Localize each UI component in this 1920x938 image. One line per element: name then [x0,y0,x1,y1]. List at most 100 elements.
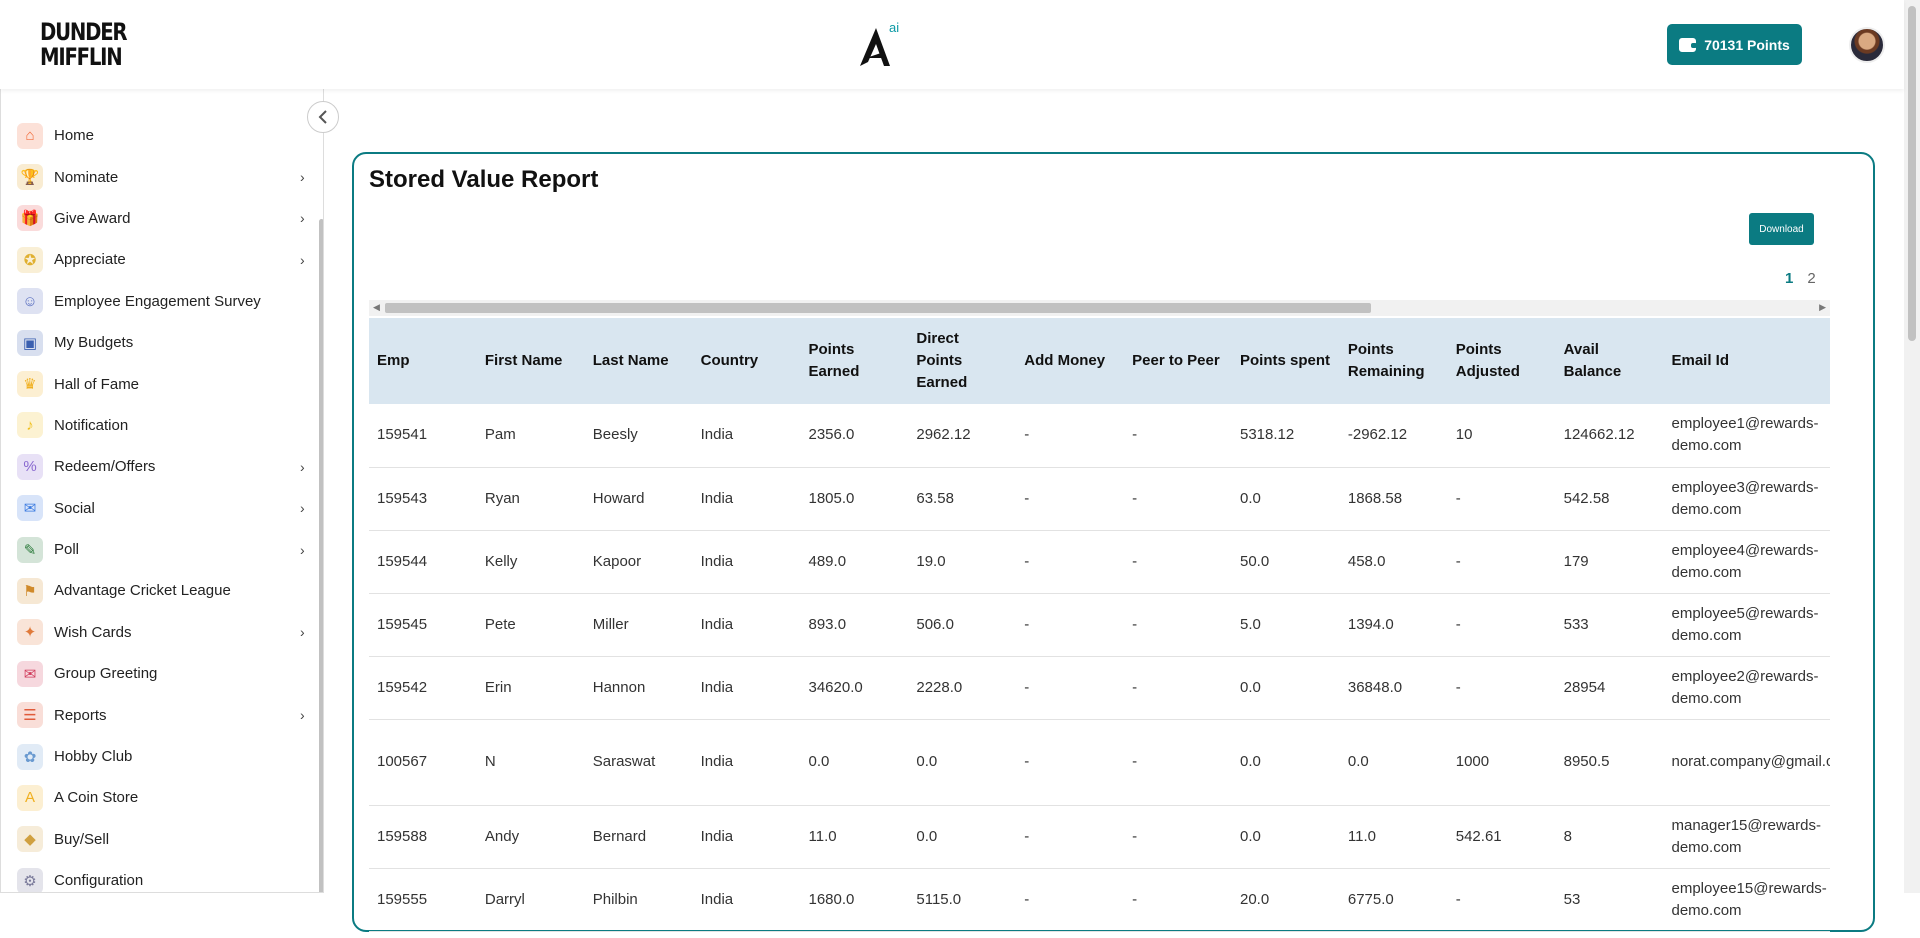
table-cell: 0.0 [1232,719,1340,806]
table-cell: - [1124,404,1232,468]
table-cell: - [1447,656,1556,720]
table-horizontal-scrollbar[interactable]: ◀ ▶ [369,300,1830,316]
survey-icon: ☺ [17,288,43,315]
sidebar-item-label: Buy/Sell [54,830,110,848]
report-table-container: Emp First Name Last Name Country Points Earn… [369,318,1830,938]
sidebar-item-hobby-club[interactable]: ✿ Hobby Club [1,736,323,777]
column-header-points-spent[interactable]: Points spent [1232,318,1340,404]
table-cell: India [692,868,801,932]
table-cell: 0.0 [1232,467,1340,531]
table-cell: Andy [476,805,585,869]
column-header-first-name[interactable]: First Name [476,318,585,404]
column-header-country[interactable]: Country [692,318,801,404]
column-header-add-money[interactable]: Add Money [1016,318,1125,404]
table-cell: Erin [476,656,585,720]
chevron-right-icon[interactable]: › [300,169,305,185]
table-row[interactable]: 159588 Andy Bernard India 11.0 0.0- -0.0 11.0 54… [369,805,1830,869]
table-cell: 159555 [369,868,477,932]
table-cell: - [1447,868,1556,932]
table-cell: 159541 [369,404,477,468]
table-row[interactable]: 159542 Erin Hannon India 34620.0 2228.0- -0.0 3… [369,656,1830,720]
sidebar-collapse-button[interactable] [307,101,339,133]
column-header-points-adjusted[interactable]: Points Adjusted [1447,318,1556,404]
sidebar-item-label: Poll [54,541,80,559]
dunder-mifflin-logo[interactable]: DUNDER MIFFLIN [40,20,128,70]
chevron-right-icon[interactable]: › [300,252,305,268]
sidebar-item-hall-of-fame[interactable]: ♛ Hall of Fame [1,363,323,404]
sidebar-item-redeem-offers[interactable]: % Redeem/Offers › [1,446,323,487]
chevron-right-icon[interactable]: › [300,500,305,516]
table-cell: 159588 [369,805,477,869]
table-row[interactable]: 159543 Ryan Howard India 1805.0 63.58- -0.0 186… [369,467,1830,531]
sidebar-item-appreciate[interactable]: ✪ Appreciate › [1,239,323,280]
table-cell: - [1016,530,1125,594]
sidebar-item-group-greeting[interactable]: ✉ Group Greeting [1,653,323,694]
sidebar-item-wish-cards[interactable]: ✦ Wish Cards › [1,612,323,653]
party-icon: ✦ [17,619,43,646]
sidebar-item-advantage-cricket-league[interactable]: ⚑ Advantage Cricket League [1,570,323,611]
column-header-points-earned[interactable]: Points Earned [800,318,909,404]
sidebar-item-label: Employee Engagement Survey [54,292,261,310]
download-button[interactable]: Download [1749,213,1814,245]
points-balance-button[interactable]: 70131 Points [1667,24,1802,65]
table-cell: Pete [476,593,585,657]
table-cell: 489.0 [800,530,909,594]
sidebar-item-label: Configuration [54,872,144,890]
table-cell: - [1124,593,1232,657]
table-row[interactable]: 159544 Kelly Kapoor India 489.0 19.0- -50.0 458… [369,530,1830,594]
table-cell: 63.58 [908,467,1017,531]
sidebar-item-label: Notification [54,416,129,434]
table-row[interactable]: 159541 Pam Beesly India 2356.0 2962.12- -5318.… [369,404,1830,468]
sidebar-scrollbar[interactable] [319,219,323,892]
table-cell: India [692,719,801,806]
table-cell: 159542 [369,656,477,720]
column-header-last-name[interactable]: Last Name [584,318,693,404]
sidebar-item-give-award[interactable]: 🎁 Give Award › [1,198,323,239]
scroll-right-icon[interactable]: ▶ [1819,302,1826,313]
page-2-link[interactable]: 2 [1807,270,1815,287]
page-scrollbar[interactable] [1904,0,1920,893]
table-cell: - [1016,656,1125,720]
sidebar-item-notification[interactable]: ♪ Notification [1,405,323,446]
chevron-right-icon[interactable]: › [300,210,305,226]
page-1-link[interactable]: 1 [1785,270,1793,287]
chevron-right-icon[interactable]: › [300,624,305,640]
table-cell: 28954 [1555,656,1664,720]
sidebar-item-home[interactable]: ⌂ Home [1,115,323,156]
sidebar-item-label: Reports [54,706,107,724]
table-row[interactable]: 159555 Darryl Philbin India 1680.0 5115.0- -20… [369,868,1830,932]
table-cell: 893.0 [800,593,909,657]
column-header-direct-points-earned[interactable]: Direct Points Earned [908,318,1017,404]
sidebar-item-employee-engagement-survey[interactable]: ☺ Employee Engagement Survey [1,281,323,322]
table-row[interactable]: 159545 Pete Miller India 893.0 506.0- -5.0 1394… [369,593,1830,657]
table-cell: 1680.0 [800,868,909,932]
column-header-avail-balance[interactable]: Avail Balance [1555,318,1664,404]
scroll-left-icon[interactable]: ◀ [373,302,380,313]
table-row[interactable]: 100567 N Saraswat India 0.0 0.0- -0.0 0.0 1000 89… [369,719,1830,806]
table-cell: 533 [1555,593,1664,657]
wallet-icon [1679,37,1698,52]
sidebar-item-social[interactable]: ✉ Social › [1,488,323,529]
chevron-right-icon[interactable]: › [300,542,305,558]
sidebar-item-poll[interactable]: ✎ Poll › [1,529,323,570]
advantage-ai-logo[interactable]: ai [856,18,906,70]
column-header-peer-to-peer[interactable]: Peer to Peer [1124,318,1232,404]
table-cell: 542.58 [1555,467,1664,531]
sidebar-item-my-budgets[interactable]: ▣ My Budgets [1,322,323,363]
user-avatar[interactable] [1849,27,1885,63]
sidebar-item-nominate[interactable]: 🏆 Nominate › [1,156,323,197]
column-header-points-remaining[interactable]: Points Remaining [1339,318,1448,404]
table-cell: 0.0 [1232,656,1340,720]
sidebar-item-a-coin-store[interactable]: A A Coin Store [1,777,323,818]
sidebar-item-buy-sell[interactable]: ◆ Buy/Sell [1,819,323,860]
column-header-emp[interactable]: Emp [369,318,477,404]
chevron-right-icon[interactable]: › [300,459,305,475]
table-cell: 8950.5 [1555,719,1664,806]
sidebar-item-reports[interactable]: ☰ Reports › [1,694,323,735]
sidebar-item-label: Give Award [54,209,131,227]
column-header-email-id[interactable]: Email Id [1663,318,1830,404]
chevron-right-icon[interactable]: › [300,707,305,723]
sidebar-item-configuration[interactable]: ⚙ Configuration [1,860,323,892]
table-cell: - [1447,467,1556,531]
table-cell: - [1016,719,1125,806]
